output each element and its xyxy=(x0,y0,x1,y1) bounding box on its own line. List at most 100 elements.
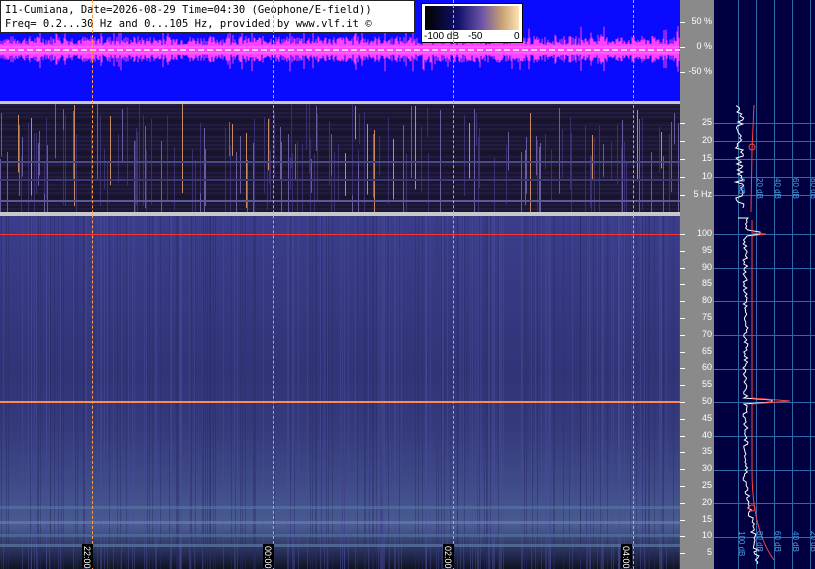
elf-spectrogram-streaks xyxy=(0,104,680,212)
spectrogram-column xyxy=(443,216,444,569)
axis-tick-mark xyxy=(680,159,685,160)
elf-streak xyxy=(388,132,389,204)
elf-streak xyxy=(136,128,137,206)
title-box: I1-Cumiana, Date=2026-08-29 Time=04:30 (… xyxy=(0,0,415,33)
elf-streak xyxy=(0,159,1,212)
elf-streak xyxy=(671,122,672,193)
spectrogram-column xyxy=(660,216,661,569)
spectrogram-column xyxy=(550,216,551,569)
elf-streak xyxy=(31,118,32,196)
axis-tick-label: 25 xyxy=(701,117,712,127)
axis-tick-mark xyxy=(680,385,685,387)
spectrogram-column xyxy=(376,216,377,569)
elf-band xyxy=(0,108,680,110)
time-marker-line xyxy=(273,0,274,569)
spectrogram-column xyxy=(254,216,255,569)
elf-streak xyxy=(306,105,307,150)
spectrogram-column xyxy=(486,216,487,569)
elf-streak xyxy=(167,116,168,202)
axis-tick-mark xyxy=(680,469,685,471)
spectrogram-column xyxy=(654,216,655,569)
elf-streak xyxy=(611,142,612,180)
spectrogram-column xyxy=(590,216,591,569)
spectrogram-column xyxy=(438,216,439,569)
spectrogram-column xyxy=(460,216,461,569)
elf-streak xyxy=(411,106,412,178)
elf-streak xyxy=(585,126,586,212)
elf-band xyxy=(0,152,680,154)
spectrogram-column xyxy=(662,216,663,569)
time-marker-line xyxy=(92,0,93,569)
spectrogram-column xyxy=(22,216,23,569)
elf-streak xyxy=(225,128,226,212)
spectrogram-column xyxy=(310,216,311,569)
spectrogram-column xyxy=(38,216,39,569)
spectrogram-column xyxy=(673,216,674,569)
elf-streak xyxy=(338,144,339,203)
axis-tick-mark xyxy=(680,177,685,178)
elf-streak xyxy=(74,105,75,207)
spectrogram-column xyxy=(640,216,641,569)
spectrogram-column xyxy=(245,216,246,569)
colorbar-mid-label: -50 xyxy=(468,31,483,42)
spectrogram-column xyxy=(293,216,294,569)
elf-streak xyxy=(254,119,255,212)
elf-streak xyxy=(110,116,111,186)
elf-band xyxy=(0,184,680,186)
elf-band xyxy=(0,156,680,158)
spectrogram-column xyxy=(46,216,47,569)
elf-streak xyxy=(591,156,592,212)
axis-tick-label: 65 xyxy=(701,345,712,356)
spectrogram-column xyxy=(563,216,564,569)
frequency-axis-panel: 50 % 0 % -50 % 25 20 15 10 5 Hz 100 95 90 85 80 75 7… xyxy=(680,0,714,569)
spectrogram-column xyxy=(503,216,504,569)
elf-streak xyxy=(73,111,74,180)
spectrogram-column xyxy=(180,216,181,569)
spectrogram-column xyxy=(489,216,490,569)
spectrogram-column xyxy=(210,216,211,569)
axis-tick-label: 10 xyxy=(701,530,712,541)
elf-band xyxy=(0,176,680,178)
spectrogram-column xyxy=(128,216,129,569)
spectrogram-column xyxy=(61,216,62,569)
spectrogram-column xyxy=(659,216,660,569)
spectrogram-column xyxy=(332,216,333,569)
axis-tick-mark xyxy=(680,435,685,437)
axis-tick-label: 70 xyxy=(701,328,712,339)
spectrogram-column xyxy=(373,216,374,569)
spectrogram-column xyxy=(36,216,37,569)
axis-tick-mark xyxy=(680,318,685,319)
spectrogram-column xyxy=(215,216,216,569)
elf-streak xyxy=(379,136,380,176)
axis-tick-mark xyxy=(680,301,685,303)
spectrogram-column xyxy=(31,216,32,569)
spectrogram-column xyxy=(395,216,396,569)
spectrogram-column xyxy=(548,216,549,569)
spectrogram-column xyxy=(602,216,603,569)
spectrogram-column xyxy=(593,216,594,569)
spectrogram-band xyxy=(0,521,680,524)
elf-streak xyxy=(637,110,638,182)
spectrogram-column xyxy=(546,216,547,569)
elf-band xyxy=(0,104,680,106)
axis-tick-label: 60 xyxy=(701,362,712,373)
elf-streak xyxy=(508,132,509,171)
elf-streak xyxy=(642,118,643,210)
elf-streak xyxy=(663,156,664,212)
spectrogram-column xyxy=(104,216,105,569)
spectrogram-column xyxy=(636,216,637,569)
spectrogram-column xyxy=(364,216,365,569)
spectrogram-column xyxy=(181,216,182,569)
spectrogram-band xyxy=(0,534,680,537)
spectrogram-column xyxy=(630,216,631,569)
axis-tick-label: 15 xyxy=(701,513,712,524)
spectrogram-band xyxy=(0,544,680,547)
spectrogram-column xyxy=(190,216,191,569)
spectrogram-column xyxy=(621,216,622,569)
spectrogram-column xyxy=(479,216,480,569)
spectrogram-column xyxy=(399,216,400,569)
db-label: 20 dB xyxy=(809,531,815,552)
spectrogram-column xyxy=(444,216,445,569)
axis-tick-label: 80 xyxy=(701,295,712,306)
axis-tick-mark xyxy=(680,418,685,420)
